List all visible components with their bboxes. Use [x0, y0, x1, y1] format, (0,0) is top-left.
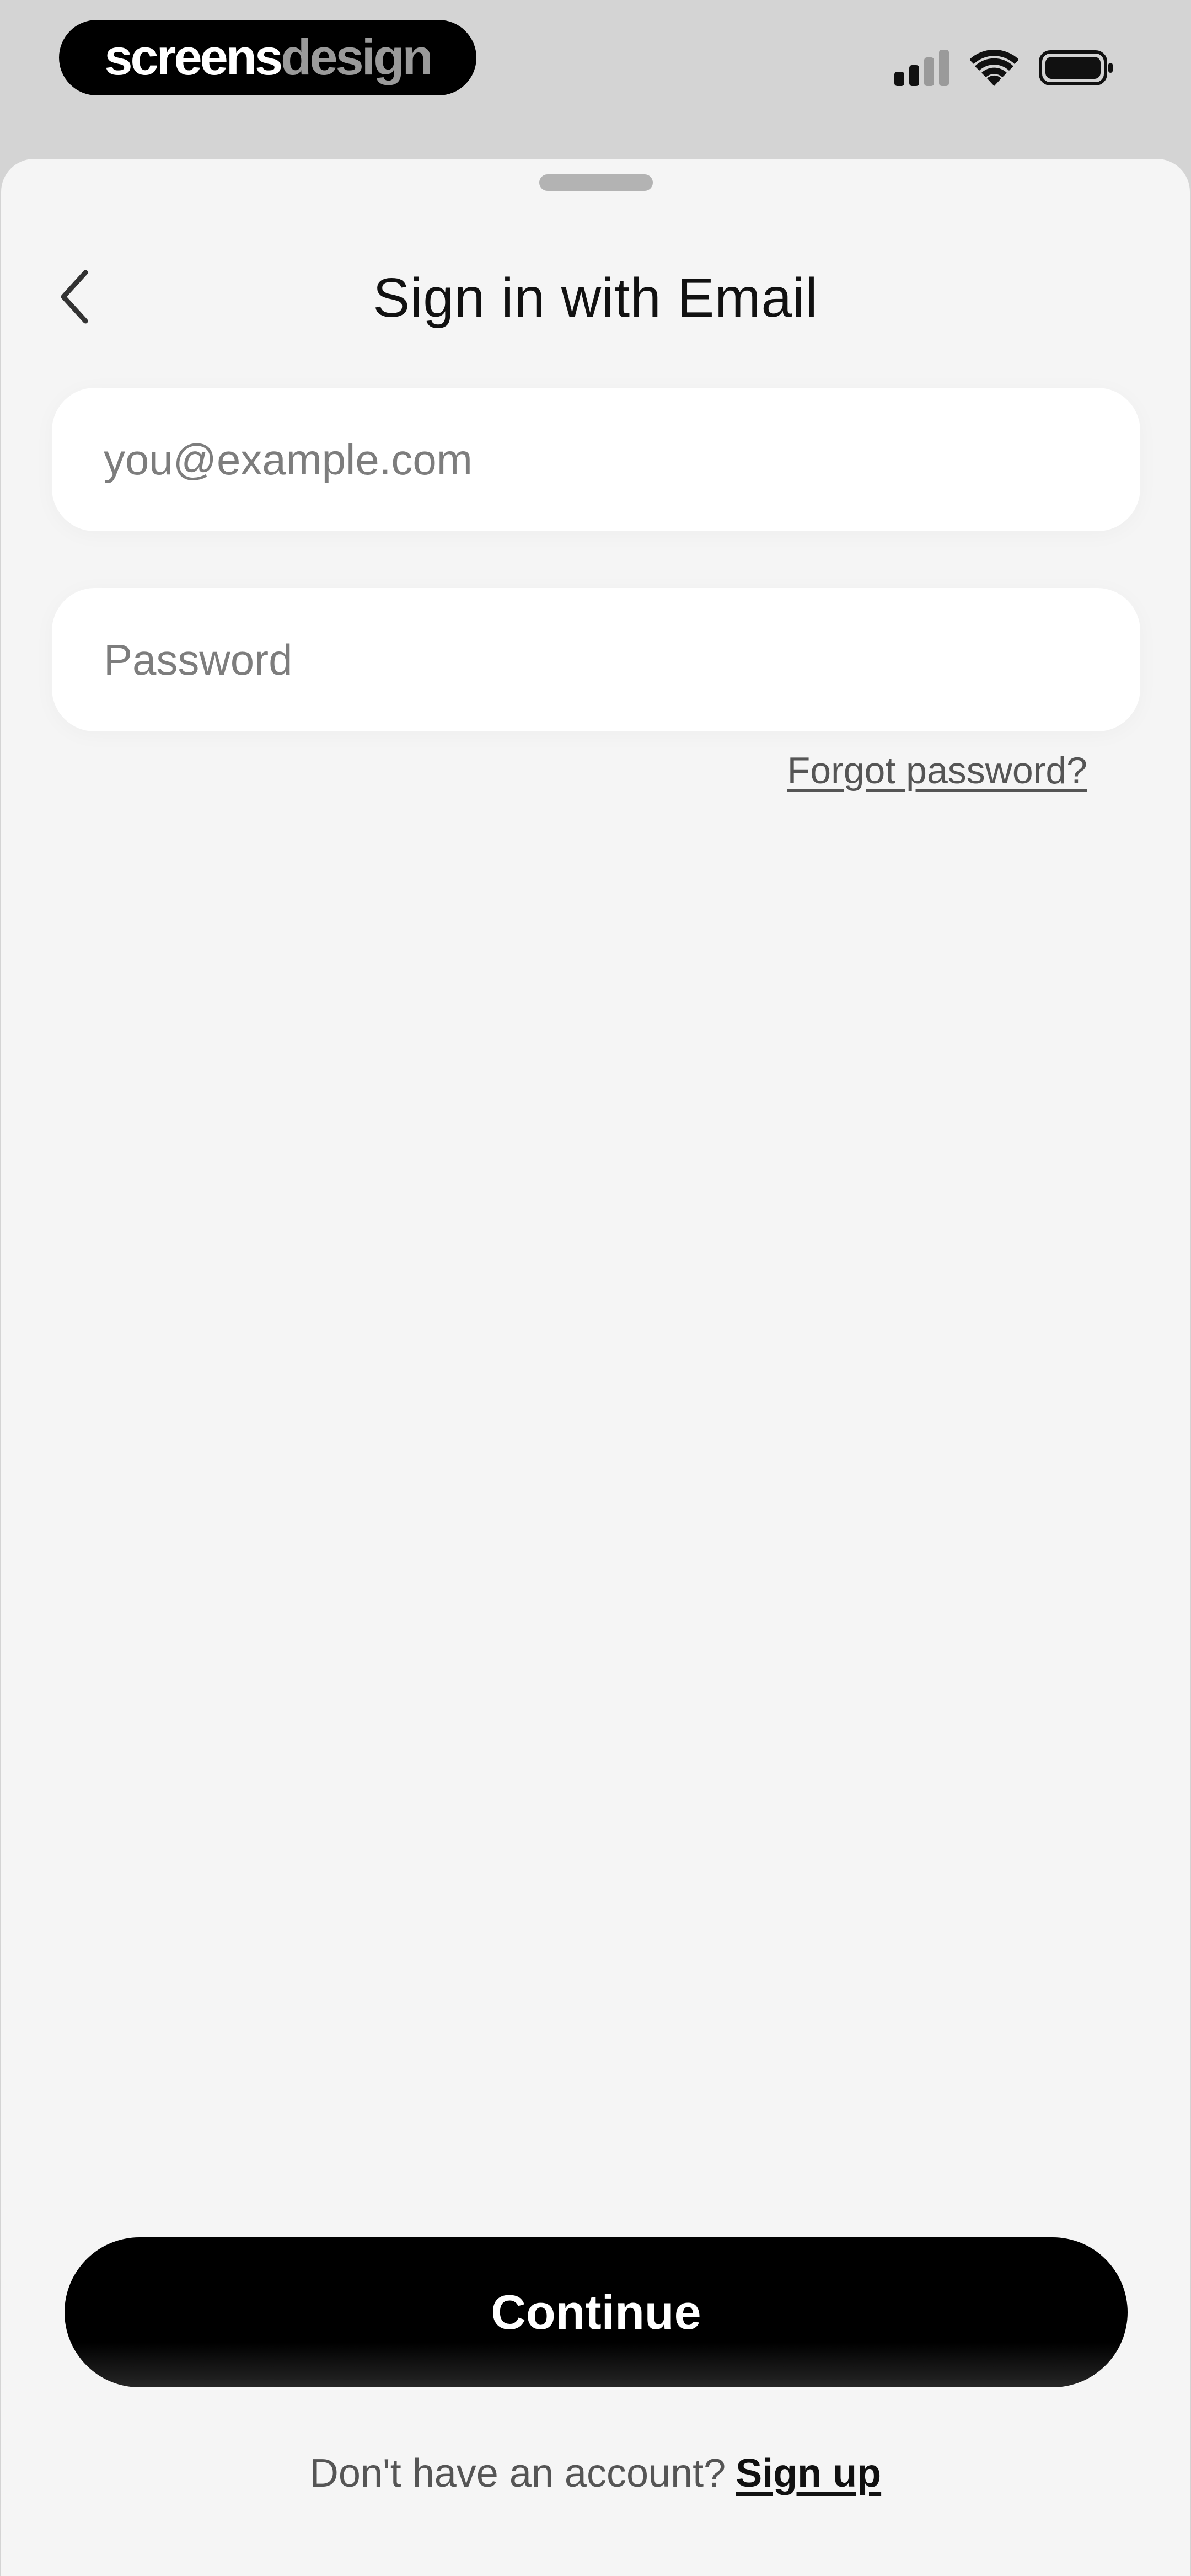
email-field-container[interactable] [52, 388, 1140, 531]
page-title: Sign in with Email [373, 267, 818, 329]
continue-button[interactable]: Continue [65, 2237, 1128, 2387]
password-field-container[interactable] [52, 588, 1140, 731]
wifi-icon [970, 50, 1018, 86]
forgot-password-link[interactable]: Forgot password? [787, 749, 1087, 792]
brand-logo: screens design [59, 20, 476, 95]
email-input[interactable] [103, 434, 1140, 485]
brand-logo-part1: screens [104, 29, 283, 85]
signal-icon [894, 50, 949, 86]
signup-prompt: Don't have an account? Sign up [1, 2451, 1190, 2496]
sign-in-sheet: Sign in with Email Forgot password? Cont… [1, 159, 1190, 2576]
screen: screens design Sign in with Email you@ex… [0, 0, 1191, 2576]
sheet-grabber-handle[interactable] [539, 174, 653, 191]
sign-up-link[interactable]: Sign up [736, 2451, 881, 2495]
brand-logo-part2: design [281, 29, 433, 85]
status-icons [894, 49, 1114, 87]
password-input[interactable] [103, 634, 1140, 686]
battery-icon [1039, 50, 1113, 85]
signup-prompt-text: Don't have an account? [309, 2451, 726, 2495]
